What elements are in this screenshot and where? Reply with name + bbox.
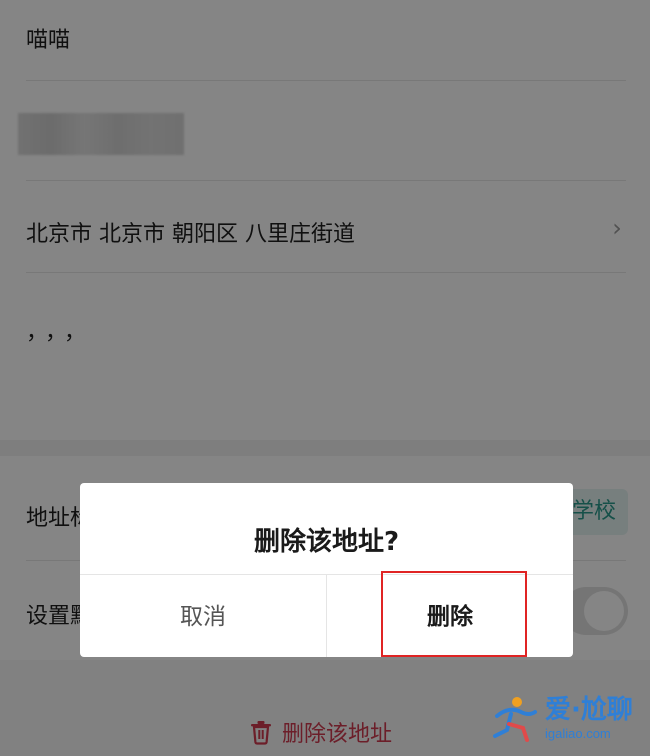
dialog-title: 删除该地址?	[253, 527, 400, 557]
annotation-highlight-box	[381, 571, 527, 657]
watermark-url: igaliao.com	[545, 725, 611, 741]
cancel-button[interactable]: 取消	[80, 575, 326, 657]
watermark-logo: 爱·尬聊 igaliao.com	[487, 686, 647, 750]
watermark-title: 爱·尬聊	[545, 694, 633, 725]
runner-logo-icon	[493, 697, 537, 742]
